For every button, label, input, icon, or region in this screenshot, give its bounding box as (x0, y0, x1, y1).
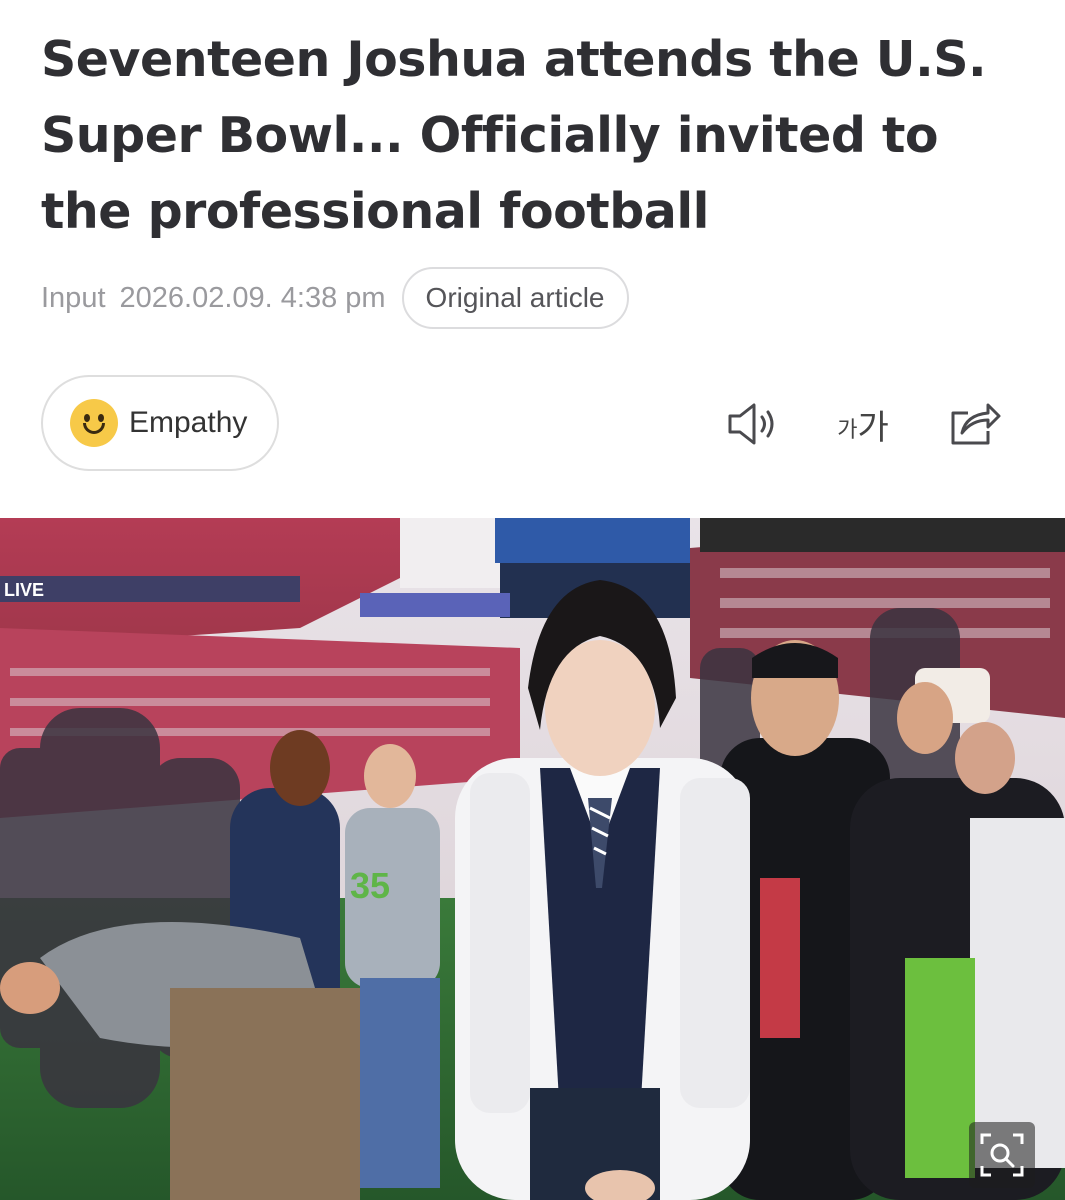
publish-timestamp: 2026.02.09. 4:38 pm (119, 281, 386, 314)
share-icon (951, 403, 1001, 445)
stadium-photo: LIVE 35 (0, 518, 1065, 1200)
share-button[interactable] (946, 396, 1004, 452)
empathy-button[interactable]: Empathy (41, 375, 279, 471)
article-headline: Seventeen Joshua attends the U.S. Super … (41, 31, 987, 240)
article-photo[interactable]: LIVE 35 (0, 518, 1065, 1200)
article-meta: Input 2026.02.09. 4:38 pm Original artic… (41, 266, 629, 330)
font-size-button[interactable]: 가 가 (830, 396, 896, 452)
empathy-label: Empathy (129, 406, 248, 439)
zoom-button[interactable] (969, 1122, 1035, 1188)
original-article-button[interactable]: Original article (401, 267, 629, 329)
font-size-small-glyph: 가 (837, 418, 858, 443)
jersey-number: 35 (350, 865, 390, 906)
font-size-large-glyph: 가 (857, 407, 889, 448)
stadium-sign-text: LIVE (4, 580, 44, 600)
smiley-icon (70, 399, 118, 447)
speaker-icon (728, 403, 774, 445)
input-label: Input (41, 281, 106, 314)
zoom-icon (980, 1133, 1024, 1177)
text-to-speech-button[interactable] (724, 396, 782, 452)
